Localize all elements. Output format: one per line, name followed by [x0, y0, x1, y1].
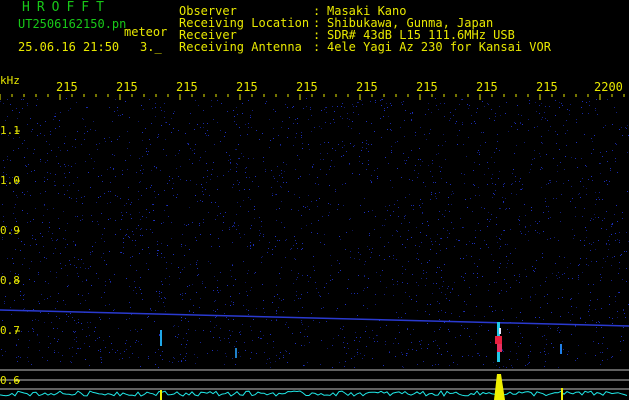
y-tick-label: 0.8	[0, 274, 20, 287]
antenna-label: Receiving Antenna	[179, 40, 302, 54]
x-tick-label: 215	[236, 80, 258, 94]
y-tick-label: 1.0	[0, 174, 20, 187]
x-tick-label: 215	[56, 80, 78, 94]
x-tick-label: 215	[356, 80, 378, 94]
signal-spike	[561, 388, 563, 400]
timestamp: 25.06.16 21:50	[18, 40, 120, 54]
streak	[560, 344, 562, 354]
y-tick-label: 0.7	[0, 324, 20, 337]
x-tick-label: 215	[116, 80, 138, 94]
field-separator: :	[313, 40, 321, 54]
x-tick-label: 215	[296, 80, 318, 94]
echo-count: 3._	[140, 40, 162, 54]
file-name: UT2506162150.pn	[18, 17, 127, 31]
y-tick-label: 0.9	[0, 224, 20, 237]
x-tick-label: 215	[476, 80, 498, 94]
x-tick-label: 215	[536, 80, 558, 94]
x-tick-label: 215	[416, 80, 438, 94]
streak	[160, 330, 162, 346]
unit-label: kHz	[0, 74, 20, 87]
y-tick-label: 1.1	[0, 124, 20, 137]
app-title: HROFFT	[22, 0, 111, 15]
x-tick-label: 215	[176, 80, 198, 94]
file-suffix: meteor	[124, 25, 168, 39]
antenna-value: 4ele Yagi Az 230 for Kansai VOR	[327, 40, 551, 54]
waterfall-spectrogram	[0, 0, 629, 400]
signal-spike	[160, 390, 162, 400]
y-tick-label: 0.6	[0, 374, 20, 387]
streak	[235, 348, 237, 358]
x-tick-label: 2200	[594, 80, 623, 94]
